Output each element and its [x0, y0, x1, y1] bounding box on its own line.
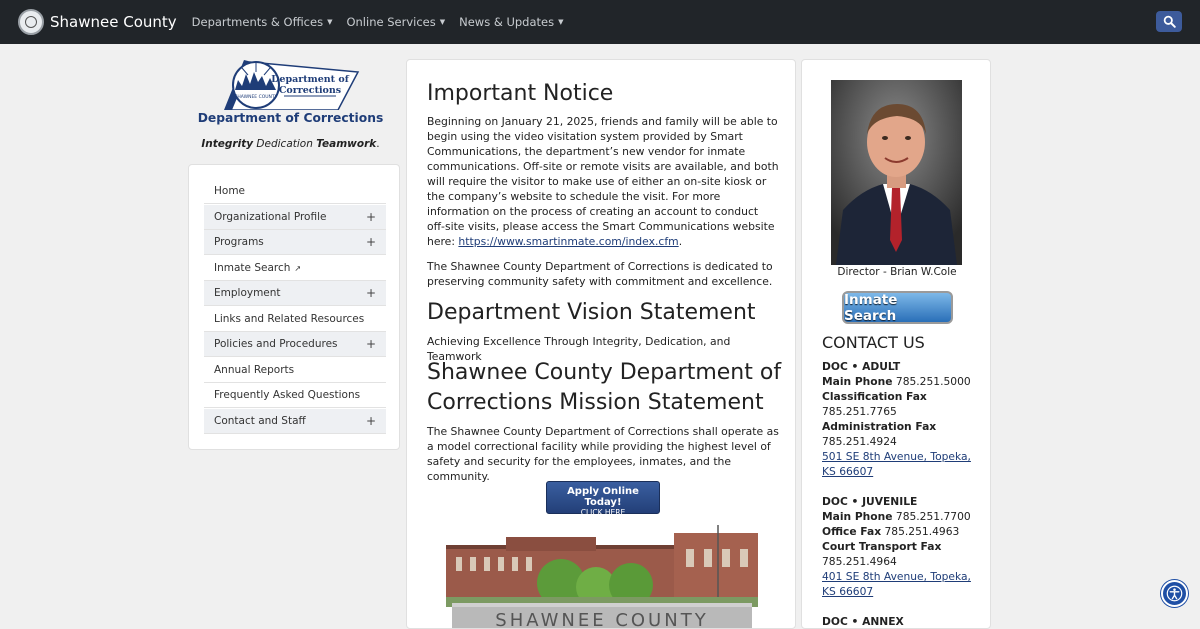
sidebar-item-contact-staff[interactable]: Contact and Staff +: [204, 408, 386, 434]
nav-departments-offices[interactable]: Departments & Offices ▼: [192, 15, 333, 29]
sidebar-item-programs[interactable]: Programs +: [204, 230, 386, 255]
notice-title: Important Notice: [427, 81, 614, 106]
inmate-search-button[interactable]: Inmate Search: [842, 291, 953, 324]
nav-news-updates[interactable]: News & Updates ▼: [459, 15, 563, 29]
adult-class-fax-label: Classification Fax: [822, 390, 927, 403]
sidebar-item-label: Annual Reports: [214, 363, 295, 376]
side-navigation: Home Organizational Profile + Programs +…: [188, 164, 400, 450]
juvenile-heading: DOC • JUVENILE: [822, 495, 918, 508]
search-button[interactable]: [1156, 11, 1182, 32]
county-seal-icon: [18, 9, 44, 35]
mission-title-line-2: Corrections Mission Statement: [427, 390, 764, 415]
sidebar-item-label: Frequently Asked Questions: [214, 389, 361, 401]
accessibility-icon: [1166, 585, 1183, 602]
adult-contact: DOC • ADULT Main Phone 785.251.5000 Clas…: [822, 359, 982, 479]
notice-text: Beginning on January 21, 2025, friends a…: [427, 115, 779, 248]
sidebar-item-home[interactable]: Home: [204, 179, 386, 204]
department-logo: SHAWNEE COUNTY Department of Corrections: [224, 60, 360, 110]
sidebar-item-label: Links and Related Resources: [214, 312, 365, 325]
juvenile-office-fax-label: Office Fax: [822, 525, 882, 538]
sidebar-item-links-resources[interactable]: Links and Related Resources: [204, 307, 386, 332]
juvenile-court-fax-label: Court Transport Fax: [822, 540, 942, 553]
expand-plus-icon[interactable]: +: [366, 286, 376, 300]
sidebar-item-policies-procedures[interactable]: Policies and Procedures +: [204, 332, 386, 357]
logo-line-2: Corrections: [279, 85, 341, 96]
motto-period: .: [376, 138, 380, 150]
brand-link[interactable]: Shawnee County: [18, 9, 177, 35]
adult-address-link[interactable]: 501 SE 8th Avenue, Topeka, KS 66607: [822, 450, 971, 478]
adult-admin-fax: 785.251.4924: [822, 435, 897, 448]
facility-photo: SHAWNEE COUNTY: [446, 525, 758, 628]
apply-line-2: CLICK HERE: [580, 508, 626, 517]
sidebar-item-label: Contact and Staff: [214, 414, 306, 427]
notice-body: Beginning on January 21, 2025, friends a…: [427, 114, 779, 249]
juvenile-office-fax: 785.251.4963: [884, 525, 960, 538]
sidebar-item-inmate-search[interactable]: Inmate Search ↗: [204, 256, 386, 281]
caret-down-icon: ▼: [558, 18, 564, 26]
annex-contact: DOC • ANNEX: [822, 614, 982, 628]
sidebar-item-label: Programs: [214, 236, 264, 248]
motto-integrity: Integrity: [201, 138, 254, 150]
director-photo: [831, 80, 962, 265]
sidebar-right-card: Director - Brian W.Cole Inmate Search CO…: [801, 59, 991, 629]
sidebar-item-employment[interactable]: Employment +: [204, 281, 386, 306]
apply-online-button[interactable]: Apply Online Today! CLICK HERE: [546, 481, 660, 517]
sidebar-item-annual-reports[interactable]: Annual Reports: [204, 358, 386, 383]
logo-seal-text: SHAWNEE COUNTY: [235, 94, 278, 100]
expand-plus-icon[interactable]: +: [366, 337, 376, 351]
adult-main-phone-label: Main Phone: [822, 375, 893, 388]
adult-main-phone: 785.251.5000: [895, 375, 971, 388]
mission-body: The Shawnee County Department of Correct…: [427, 425, 779, 483]
notice-period: .: [678, 235, 683, 248]
expand-plus-icon[interactable]: +: [366, 414, 376, 428]
juvenile-contact: DOC • JUVENILE Main Phone 785.251.7700 O…: [822, 494, 982, 599]
sidebar-item-label: Inmate Search: [214, 261, 291, 274]
contact-us-heading: CONTACT US: [822, 333, 925, 352]
nav-news-label: News & Updates: [459, 15, 555, 29]
nav-departments-label: Departments & Offices: [191, 15, 324, 29]
sidebar-item-label: Employment: [214, 287, 281, 299]
top-navbar: Shawnee County Departments & Offices ▼ On…: [0, 0, 1200, 44]
juvenile-main-phone: 785.251.7700: [895, 510, 971, 523]
juvenile-main-phone-label: Main Phone: [822, 510, 893, 523]
annex-heading: DOC • ANNEX: [822, 615, 904, 628]
main-content-card: Important Notice Beginning on January 21…: [406, 59, 796, 629]
adult-class-fax: 785.251.7765: [822, 405, 897, 418]
director-caption: Director - Brian W.Cole: [837, 266, 957, 278]
adult-admin-fax-label: Administration Fax: [822, 420, 937, 433]
department-motto: Integrity Dedication Teamwork.: [188, 138, 393, 150]
sidebar-item-label-wrap: Inmate Search ↗: [214, 262, 301, 274]
juvenile-address-link[interactable]: 401 SE 8th Avenue, Topeka, KS 66607: [822, 570, 971, 598]
external-link-icon: ↗: [294, 263, 302, 273]
sidebar-item-label: Policies and Procedures: [214, 338, 338, 350]
motto-dedication: Dedication: [256, 138, 313, 150]
caret-down-icon: ▼: [327, 18, 333, 26]
department-title: Department of Corrections: [197, 111, 384, 125]
sidebar-item-organizational-profile[interactable]: Organizational Profile +: [204, 204, 386, 230]
juvenile-court-fax: 785.251.4964: [822, 555, 897, 568]
search-icon: [1163, 15, 1176, 28]
mission-title-line-1: Shawnee County Department of: [427, 360, 782, 385]
sidebar-item-label: Home: [214, 185, 246, 197]
sidebar-item-faq[interactable]: Frequently Asked Questions: [204, 383, 386, 408]
sidebar-item-label: Organizational Profile: [214, 210, 327, 223]
nav-online-services-label: Online Services: [346, 15, 436, 29]
smartinmate-link[interactable]: https://www.smartinmate.com/index.cfm: [458, 235, 678, 248]
apply-line-1: Apply Online Today!: [567, 486, 639, 508]
expand-plus-icon[interactable]: +: [366, 235, 376, 249]
motto-teamwork: Teamwork: [316, 138, 377, 150]
adult-heading: DOC • ADULT: [822, 360, 901, 373]
accessibility-button[interactable]: [1161, 580, 1188, 607]
caret-down-icon: ▼: [439, 18, 446, 26]
expand-plus-icon[interactable]: +: [366, 210, 376, 224]
brand-name: Shawnee County: [50, 13, 177, 31]
nav-online-services[interactable]: Online Services ▼: [346, 15, 445, 29]
dedicated-text: The Shawnee County Department of Correct…: [427, 260, 773, 288]
vision-title: Department Vision Statement: [427, 300, 756, 325]
logo-line-1: Department of: [271, 74, 350, 85]
